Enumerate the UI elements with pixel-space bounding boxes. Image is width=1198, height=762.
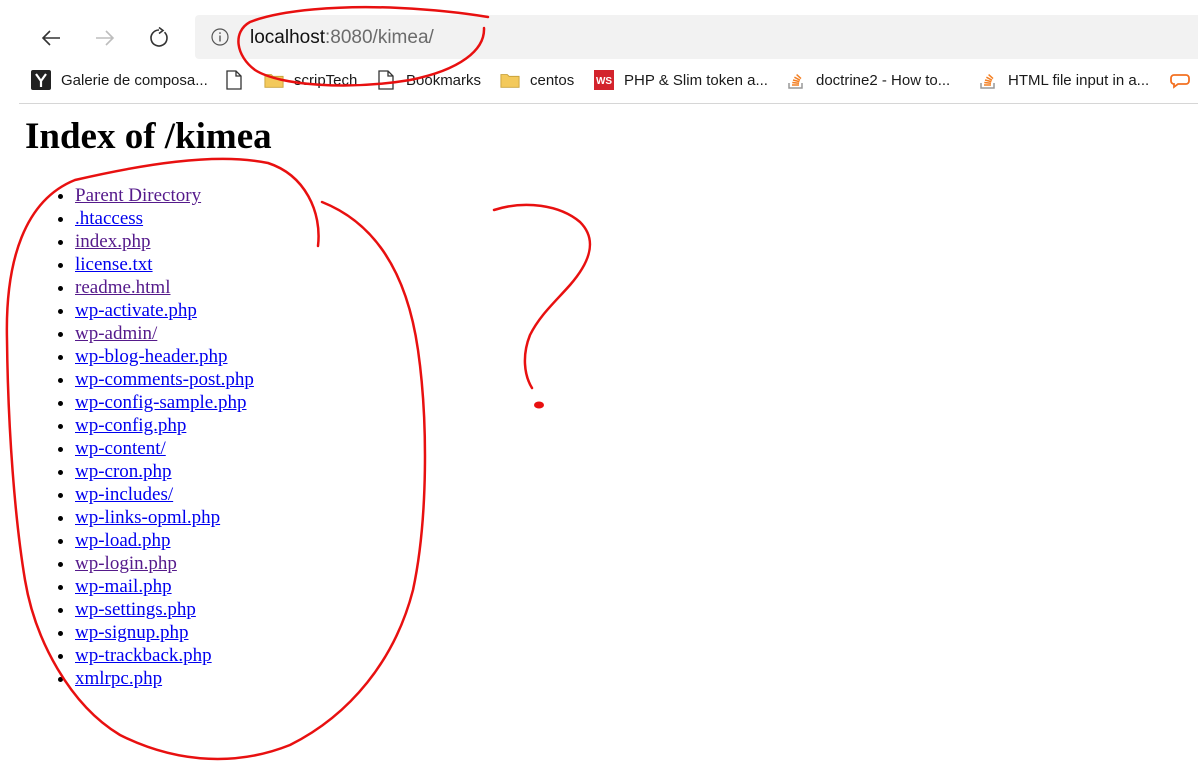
file-link[interactable]: wp-cron.php <box>75 461 172 482</box>
folder-icon <box>264 70 284 90</box>
bookmark-label: doctrine2 - How to... <box>816 71 951 89</box>
svg-text:WS: WS <box>596 76 612 87</box>
directory-listing-page: Index of /kimea Parent Directory .htacce… <box>25 104 272 690</box>
list-item: wp-content/ <box>75 437 272 460</box>
bookmark-page[interactable] <box>224 69 254 91</box>
list-item: index.php <box>75 230 272 253</box>
file-link[interactable]: wp-config-sample.php <box>75 392 246 413</box>
file-link[interactable]: wp-activate.php <box>75 300 197 321</box>
list-item: wp-trackback.php <box>75 644 272 667</box>
list-item: wp-mail.php <box>75 575 272 598</box>
folder-icon <box>500 70 520 90</box>
list-item: wp-links-opml.php <box>75 506 272 529</box>
file-link[interactable]: wp-settings.php <box>75 599 196 620</box>
file-link[interactable]: wp-admin/ <box>75 323 157 344</box>
forward-button[interactable] <box>89 22 121 54</box>
file-link[interactable]: xmlrpc.php <box>75 668 162 689</box>
file-link[interactable]: wp-content/ <box>75 438 166 459</box>
file-link[interactable]: wp-includes/ <box>75 484 173 505</box>
list-item: Parent Directory <box>75 184 272 207</box>
bookmark-php-slim[interactable]: WS PHP & Slim token a... <box>594 69 768 91</box>
chat-bubble-icon <box>1170 70 1190 90</box>
list-item: wp-settings.php <box>75 598 272 621</box>
bookmark-label: centos <box>530 71 575 89</box>
bookmark-label: Galerie de composa... <box>61 71 208 89</box>
list-item: wp-includes/ <box>75 483 272 506</box>
page-title: Index of /kimea <box>25 116 272 157</box>
bookmark-galerie[interactable]: Galerie de composa... <box>31 69 208 91</box>
bookmark-doctrine2[interactable]: doctrine2 - How to... <box>786 69 950 91</box>
list-item: .htaccess <box>75 207 272 230</box>
file-link[interactable]: wp-comments-post.php <box>75 369 254 390</box>
list-item: wp-signup.php <box>75 621 272 644</box>
stackoverflow-icon <box>978 70 998 90</box>
list-item: wp-load.php <box>75 529 272 552</box>
file-link[interactable]: index.php <box>75 231 150 252</box>
bookmark-label: PHP & Slim token a... <box>624 71 768 89</box>
browser-chrome: localhost:8080/kimea/ Galerie de composa… <box>19 0 1198 104</box>
list-item: wp-activate.php <box>75 299 272 322</box>
file-link[interactable]: Parent Directory <box>75 185 201 206</box>
page-icon <box>376 70 396 90</box>
list-item: wp-comments-post.php <box>75 368 272 391</box>
file-list: Parent Directory .htaccess index.php lic… <box>25 184 272 690</box>
file-link[interactable]: wp-login.php <box>75 553 177 574</box>
bookmark-scriptech[interactable]: scripTech <box>264 69 357 91</box>
file-link[interactable]: wp-signup.php <box>75 622 188 643</box>
stackoverflow-icon <box>786 70 806 90</box>
file-link[interactable]: wp-config.php <box>75 415 186 436</box>
bookmark-bookmarks[interactable]: Bookmarks <box>376 69 481 91</box>
ws-favicon: WS <box>594 70 614 90</box>
file-link[interactable]: wp-load.php <box>75 530 171 551</box>
file-link[interactable]: wp-blog-header.php <box>75 346 227 367</box>
bookmark-label: Bookmarks <box>406 71 482 89</box>
question-mark-dot-annotation <box>534 401 544 409</box>
list-item: wp-config.php <box>75 414 272 437</box>
url-text[interactable]: localhost:8080/kimea/ <box>250 26 434 50</box>
file-link[interactable]: .htaccess <box>75 208 143 229</box>
arrow-right-icon <box>96 30 115 46</box>
file-link[interactable]: wp-trackback.php <box>75 645 212 666</box>
bookmarks-bar: Galerie de composa... scripTech Bookmark… <box>19 66 1198 94</box>
list-item: wp-cron.php <box>75 460 272 483</box>
bookmark-html-file-input[interactable]: HTML file input in a... <box>978 69 1149 91</box>
list-item: readme.html <box>75 276 272 299</box>
list-item: wp-login.php <box>75 552 272 575</box>
list-item: wp-admin/ <box>75 322 272 345</box>
file-link[interactable]: wp-links-opml.php <box>75 507 220 528</box>
list-item: wp-config-sample.php <box>75 391 272 414</box>
list-item: xmlrpc.php <box>75 667 272 690</box>
page-icon <box>224 70 244 90</box>
question-mark-annotation <box>492 203 592 390</box>
galerie-favicon <box>31 70 51 90</box>
back-button[interactable] <box>35 22 67 54</box>
arrow-left-icon <box>41 30 60 46</box>
bookmark-label: HTML file input in a... <box>1008 71 1150 89</box>
url-path: :8080/kimea/ <box>325 27 434 48</box>
address-bar[interactable]: localhost:8080/kimea/ <box>195 15 1198 59</box>
list-item: license.txt <box>75 253 272 276</box>
file-link[interactable]: wp-mail.php <box>75 576 172 597</box>
file-link[interactable]: license.txt <box>75 254 153 275</box>
browser-toolbar: localhost:8080/kimea/ <box>19 15 1198 59</box>
bookmark-label: scripTech <box>294 71 358 89</box>
url-host: localhost <box>250 27 325 48</box>
list-item: wp-blog-header.php <box>75 345 272 368</box>
bookmark-overflow[interactable] <box>1170 69 1198 91</box>
refresh-icon <box>150 26 168 47</box>
refresh-button[interactable] <box>143 22 175 54</box>
file-link[interactable]: readme.html <box>75 277 171 298</box>
info-icon[interactable] <box>211 28 229 46</box>
bookmark-centos[interactable]: centos <box>500 69 574 91</box>
